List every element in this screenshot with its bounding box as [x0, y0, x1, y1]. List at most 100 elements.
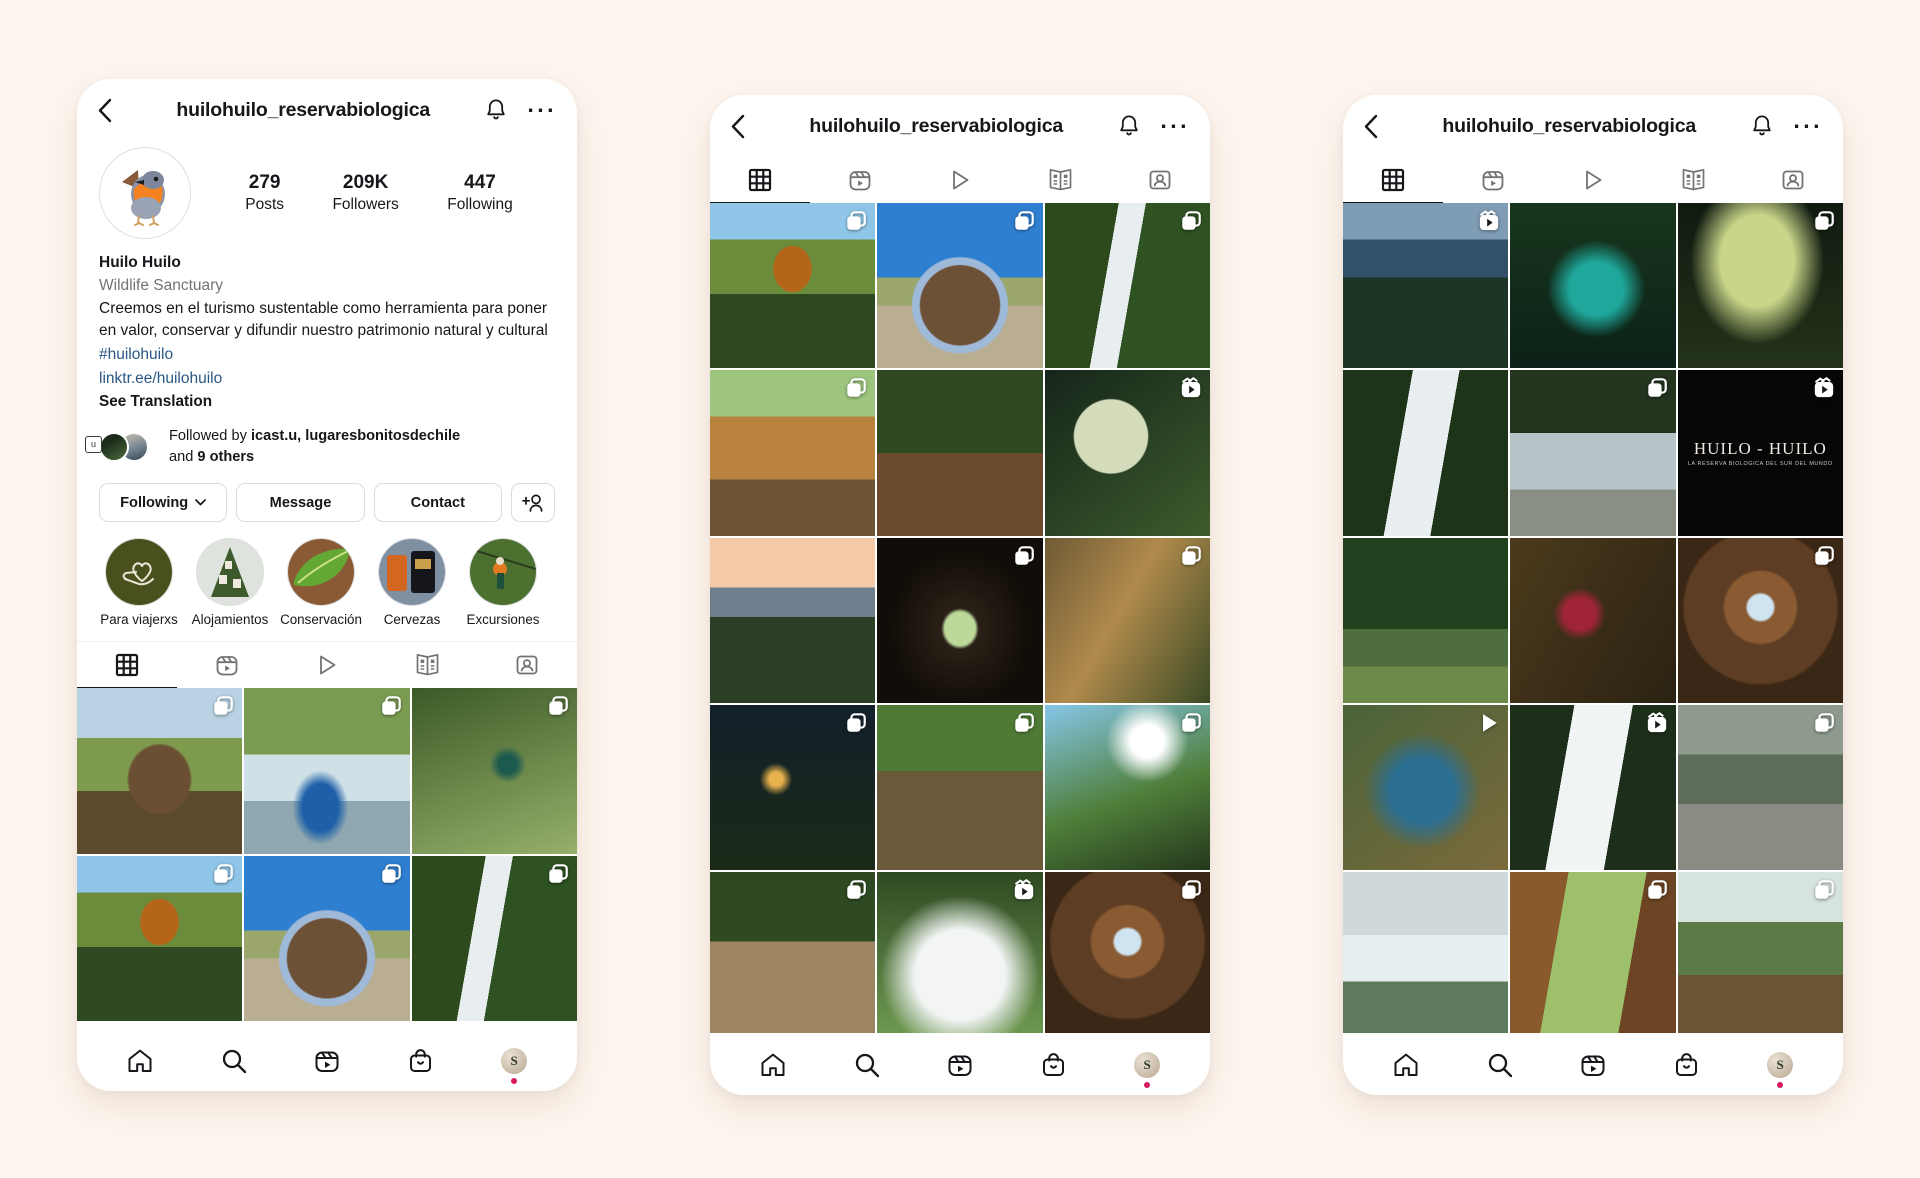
post-thumbnail[interactable] [1343, 704, 1509, 871]
post-thumbnail[interactable] [1044, 537, 1210, 703]
stat-following[interactable]: 447 Following [447, 171, 512, 215]
post-thumbnail[interactable] [1510, 203, 1676, 369]
back-button[interactable] [730, 114, 764, 139]
ellipsis-icon[interactable]: ··· [1793, 115, 1823, 138]
add-person-button[interactable] [510, 483, 555, 523]
post-thumbnail[interactable] [1343, 203, 1509, 369]
profile-tabs [1343, 157, 1843, 203]
post-thumbnail[interactable] [1677, 203, 1843, 369]
back-button[interactable] [97, 98, 131, 123]
carousel-badge [1646, 377, 1668, 399]
nav-shop[interactable] [1674, 1052, 1699, 1078]
post-thumbnail[interactable] [1677, 872, 1843, 1033]
post-thumbnail[interactable] [710, 203, 876, 369]
nav-home[interactable] [127, 1048, 153, 1074]
mutual-avatar-1 [99, 431, 129, 462]
bio-line-1: Creemos en el turismo sustentable como h… [99, 299, 548, 317]
post-thumbnail[interactable]: HUILO - HUILO LA RESERVA BIOLOGICA DEL SU… [1677, 370, 1843, 536]
post-thumbnail[interactable] [710, 370, 876, 536]
tab-video[interactable] [1543, 157, 1643, 203]
tab-guides[interactable] [1010, 157, 1110, 203]
highlight-excursiones[interactable]: Excursiones [461, 538, 545, 627]
tab-tagged[interactable] [477, 642, 577, 688]
avatar-icon: S [1134, 1051, 1161, 1078]
post-thumbnail[interactable] [710, 872, 876, 1033]
nav-profile[interactable]: S [1767, 1051, 1794, 1088]
post-thumbnail[interactable] [877, 704, 1043, 871]
highlight-para-viajerxs[interactable]: Para viajerxs [97, 538, 181, 627]
tab-reels[interactable] [177, 642, 277, 688]
highlight-cervezas[interactable]: Cervezas [370, 538, 454, 627]
nav-reels[interactable] [947, 1052, 973, 1078]
bell-icon[interactable] [485, 98, 507, 122]
nav-profile[interactable]: S [501, 1047, 528, 1084]
tab-video[interactable] [910, 157, 1010, 203]
see-translation-link[interactable]: See Translation [99, 390, 555, 414]
post-thumbnail[interactable] [77, 855, 243, 1021]
nav-reels[interactable] [1580, 1052, 1606, 1078]
highlight-cover [287, 538, 355, 607]
nav-profile[interactable]: S [1134, 1051, 1161, 1088]
post-thumbnail[interactable] [710, 537, 876, 703]
tab-guides[interactable] [1643, 157, 1743, 203]
post-thumbnail[interactable] [244, 688, 410, 854]
bell-icon[interactable] [1751, 114, 1773, 138]
message-button[interactable]: Message [236, 483, 365, 523]
post-thumbnail[interactable] [877, 370, 1043, 536]
tab-guides[interactable] [377, 642, 477, 688]
tab-reels[interactable] [810, 157, 910, 203]
post-thumbnail[interactable] [1677, 537, 1843, 703]
post-thumbnail[interactable] [1510, 704, 1676, 871]
post-thumbnail[interactable] [877, 872, 1043, 1033]
nav-home[interactable] [760, 1052, 786, 1078]
post-thumbnail[interactable] [1677, 704, 1843, 871]
post-thumbnail[interactable] [1044, 203, 1210, 369]
nav-search[interactable] [854, 1052, 880, 1078]
following-button[interactable]: Following [99, 483, 228, 523]
back-button[interactable] [1363, 114, 1397, 139]
post-thumbnail[interactable] [411, 855, 577, 1021]
nav-reels[interactable] [314, 1048, 340, 1074]
tab-tagged[interactable] [1110, 157, 1210, 203]
stat-posts[interactable]: 279 Posts [245, 171, 284, 215]
highlight-conservacion[interactable]: Conservación [279, 538, 363, 627]
nav-search[interactable] [221, 1048, 247, 1074]
post-thumbnail[interactable] [1343, 370, 1509, 536]
nav-shop[interactable] [1041, 1052, 1066, 1078]
bell-icon[interactable] [1118, 114, 1140, 138]
bio-hashtag[interactable]: #huilohuilo [99, 343, 555, 366]
post-thumbnail[interactable] [710, 704, 876, 871]
post-thumbnail[interactable] [1510, 537, 1676, 703]
tab-grid[interactable] [77, 642, 177, 689]
contact-button[interactable]: Contact [373, 483, 502, 523]
post-thumbnail[interactable] [1044, 370, 1210, 536]
nav-shop[interactable] [408, 1048, 433, 1074]
post-thumbnail[interactable] [1510, 370, 1676, 536]
followed-by-text[interactable]: Followed by icast.u, lugaresbonitosdechi… [169, 426, 460, 467]
post-image [1343, 872, 1509, 1033]
post-thumbnail[interactable] [877, 537, 1043, 703]
post-thumbnail[interactable] [1044, 872, 1210, 1033]
post-thumbnail[interactable] [1343, 537, 1509, 703]
post-thumbnail[interactable] [1044, 704, 1210, 871]
highlight-alojamientos[interactable]: Alojamientos [188, 538, 272, 627]
tab-grid[interactable] [710, 157, 810, 203]
bio-external-link[interactable]: linktr.ee/huilohuilo [99, 367, 555, 390]
tab-video[interactable] [277, 642, 377, 688]
tab-reels[interactable] [1443, 157, 1543, 203]
nav-home[interactable] [1393, 1052, 1419, 1078]
stat-followers[interactable]: 209K Followers [332, 171, 398, 215]
avatar[interactable] [99, 147, 191, 239]
ellipsis-icon[interactable]: ··· [527, 99, 557, 122]
tab-tagged[interactable] [1743, 157, 1843, 203]
post-thumbnail[interactable] [1510, 872, 1676, 1033]
carousel-icon [1014, 211, 1034, 230]
nav-search[interactable] [1487, 1052, 1513, 1078]
post-thumbnail[interactable] [411, 688, 577, 854]
ellipsis-icon[interactable]: ··· [1160, 115, 1190, 138]
post-thumbnail[interactable] [77, 688, 243, 854]
post-thumbnail[interactable] [1343, 872, 1509, 1033]
post-thumbnail[interactable] [877, 203, 1043, 369]
post-thumbnail[interactable] [244, 855, 410, 1021]
tab-grid[interactable] [1343, 157, 1443, 203]
